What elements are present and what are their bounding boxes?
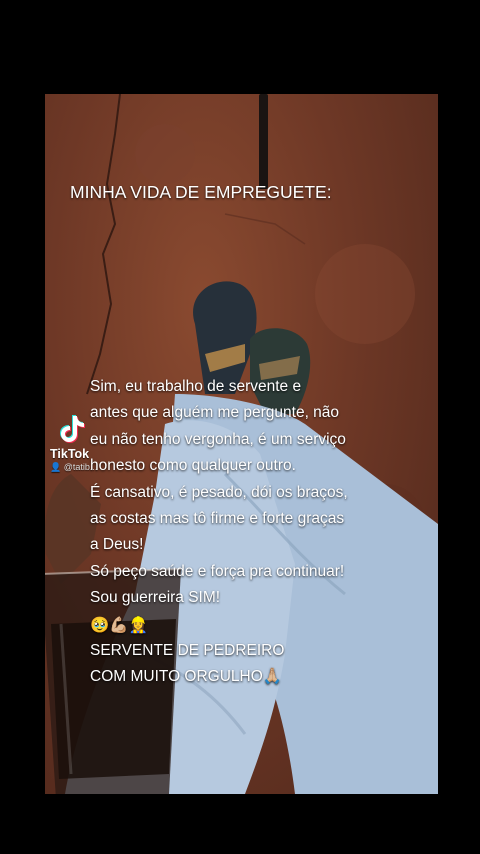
tiktok-logo-icon [60,415,85,443]
tiktok-brand: TikTok [50,447,90,461]
caption-line: a Deus! [90,536,144,554]
tiktok-watermark: TikTok 👤 @tatib... [50,414,140,474]
username-text: @tatib... [63,462,98,472]
caption-emoji-line: 🥹💪🏼👷‍♀️ [90,615,148,634]
caption-line: Só peço saúde e força pra continuar! [90,562,345,580]
caption-line: Sou guerreira SIM! [90,589,221,607]
caption-line: SERVENTE DE PEDREIRO [90,642,285,660]
caption-line: COM MUITO ORGULHO🙏🏼 [90,668,283,686]
caption-line: Sim, eu trabalho de servente e [90,378,302,395]
caption-line: É cansativo, é pesado, dói os braços, [90,483,348,501]
caption-line: as costas mas tô firme e forte graças [90,510,345,528]
caption-title: MINHA VIDA DE EMPREGUETE: [70,182,332,202]
user-icon: 👤 [50,462,62,472]
tiktok-username: 👤 @tatib... [50,462,140,473]
